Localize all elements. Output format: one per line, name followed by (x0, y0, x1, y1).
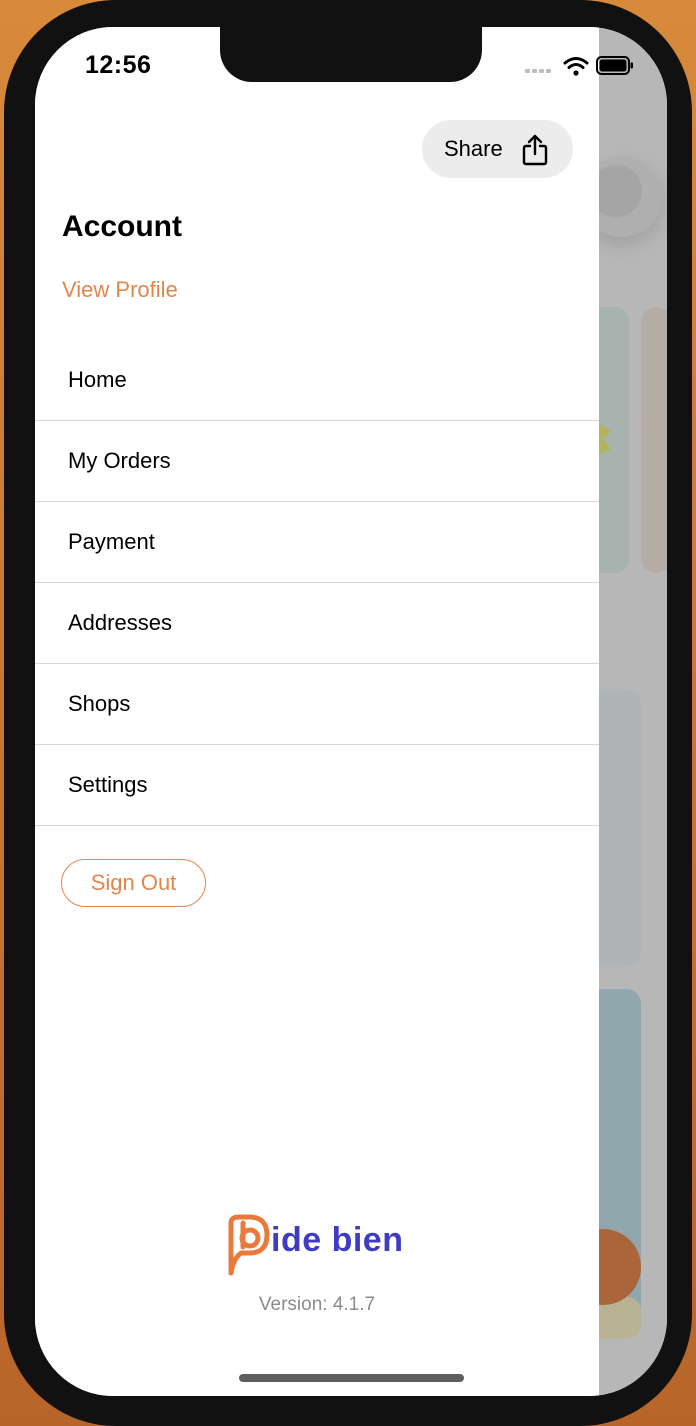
logo-text: ide bien (271, 1221, 404, 1259)
app-version: Version: 4.1.7 (258, 1294, 376, 1315)
battery-icon (596, 56, 633, 75)
menu-item-payment[interactable]: Payment (35, 502, 599, 583)
menu-item-settings[interactable]: Settings (35, 745, 599, 826)
menu-item-shops[interactable]: Shops (35, 664, 599, 745)
status-icons (525, 55, 635, 79)
share-label: Share (444, 136, 503, 161)
share-icon (522, 134, 548, 171)
pide-bien-logo-icon (228, 1214, 270, 1276)
menu-item-label: Shops (68, 691, 131, 716)
view-profile-link[interactable]: View Profile (62, 277, 178, 303)
screen: 12:56 Share Account View Profile Home My… (35, 27, 667, 1396)
sign-out-button[interactable]: Sign Out (61, 859, 206, 907)
menu-item-label: My Orders (68, 448, 171, 473)
phone-frame: 12:56 Share Account View Profile Home My… (4, 0, 692, 1426)
account-title: Account (62, 210, 182, 243)
menu-item-addresses[interactable]: Addresses (35, 583, 599, 664)
signal-icon (525, 69, 551, 73)
app-logo: ide bien (219, 1213, 419, 1279)
side-drawer: 12:56 Share Account View Profile Home My… (35, 27, 599, 1396)
share-button[interactable]: Share (422, 120, 573, 178)
menu-item-label: Settings (68, 772, 148, 797)
drawer-menu: Home My Orders Payment Addresses Shops S… (35, 340, 599, 826)
status-time: 12:56 (85, 51, 152, 79)
menu-item-label: Home (68, 367, 127, 392)
wifi-icon (563, 57, 589, 76)
menu-item-label: Addresses (68, 610, 172, 635)
menu-item-my-orders[interactable]: My Orders (35, 421, 599, 502)
menu-item-home[interactable]: Home (35, 340, 599, 421)
menu-item-label: Payment (68, 529, 155, 554)
device-notch (220, 27, 482, 82)
home-indicator[interactable] (239, 1374, 464, 1382)
device-background: 12:56 Share Account View Profile Home My… (0, 0, 696, 1426)
